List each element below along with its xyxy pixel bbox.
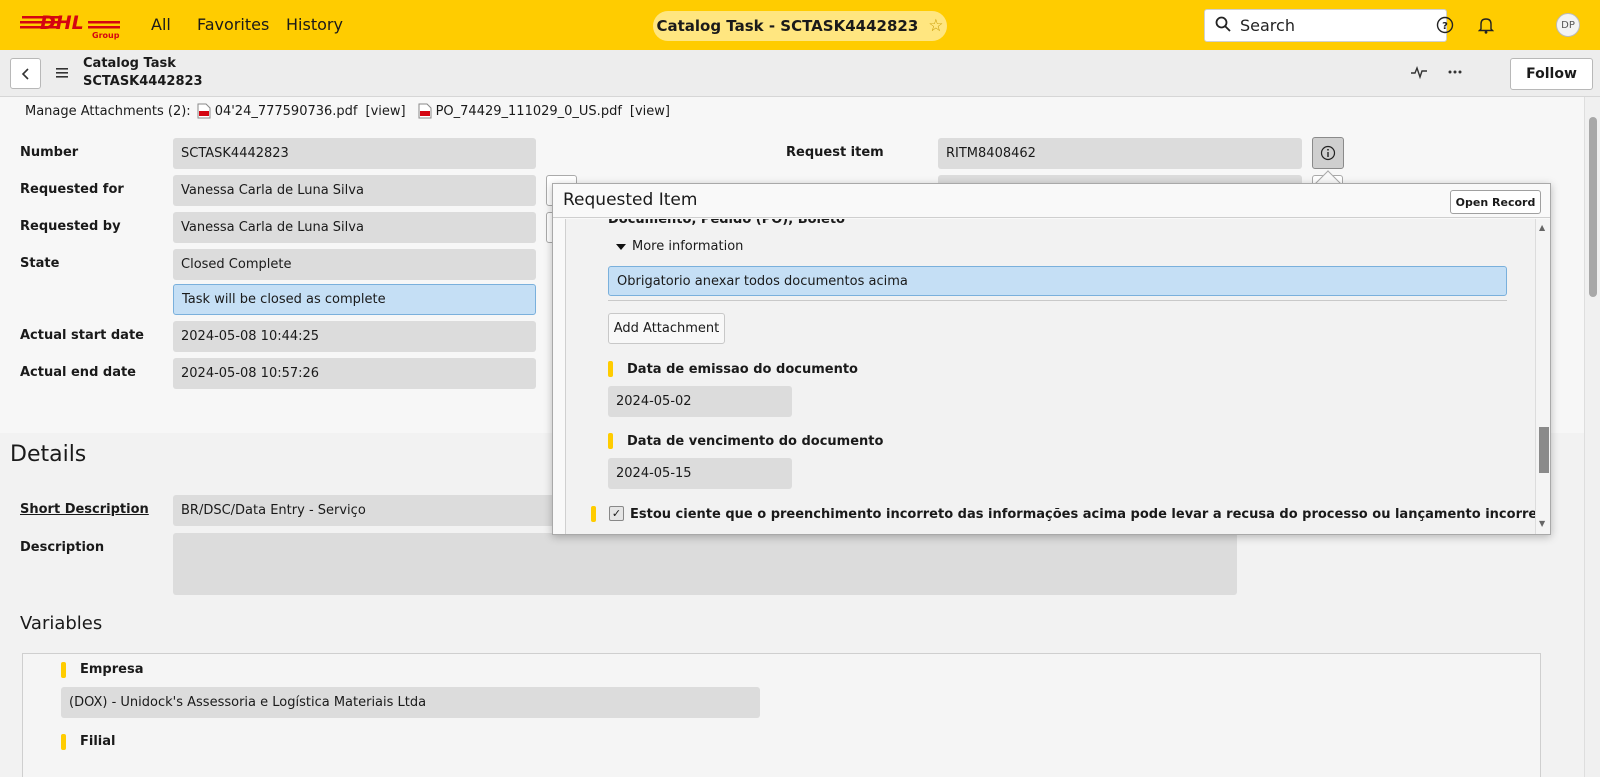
attachments-row: Manage Attachments (2): 04'24_777590736.… [25,103,670,119]
more-options-icon[interactable] [1447,64,1463,84]
divider [608,300,1507,301]
info-message: Obrigatorio anexar todos documentos acim… [608,266,1507,296]
short-description-label[interactable]: Short Description [20,502,149,517]
popover-scrollbar-thumb[interactable] [1539,427,1549,473]
scroll-down-icon[interactable]: ▼ [1539,519,1545,528]
avatar-initials: DP [1561,19,1575,31]
record-title: Catalog Task - SCTASK4442823 [656,17,919,35]
search-icon [1215,16,1231,36]
description-label: Description [20,540,105,555]
requested-item-popover: Requested Item Open Record Documento, Pe… [552,183,1551,535]
svg-text:DHL: DHL [40,12,84,34]
top-navigation-bar: DHL Group All Favorites History Catalog … [0,0,1600,50]
record-heading: Catalog Task SCTASK4442823 [83,55,203,91]
nav-all[interactable]: All [151,15,171,34]
attachment-file-2[interactable]: PO_74429_111029_0_US.pdf [436,104,622,119]
vencimento-field[interactable]: 2024-05-15 [608,458,792,489]
request-item-label: Request item [786,145,884,160]
actual-end-label: Actual end date [20,365,137,380]
nav-favorites[interactable]: Favorites [197,15,269,34]
emissao-label: Data de emissao do documento [627,362,858,377]
form-header: Catalog Task SCTASK4442823 Follow [0,50,1600,97]
popover-scrollbar[interactable]: ▲ ▼ [1535,219,1550,534]
svg-text:Group: Group [92,31,120,40]
state-label: State [20,256,60,271]
dhl-logo[interactable]: DHL Group [20,10,128,40]
popover-header: Requested Item Open Record [553,184,1550,218]
acknowledge-label: Estou ciente que o preenchimento incorre… [630,507,1535,522]
empresa-field[interactable]: (DOX) - Unidock's Assessoria e Logística… [61,687,760,718]
search-input[interactable]: Search [1204,9,1447,42]
requested-by-label: Requested by [20,219,121,234]
documents-heading: Documento, Pedido (PO), Boleto [608,219,845,227]
scroll-up-icon[interactable]: ▲ [1539,223,1545,232]
vencimento-label: Data de vencimento do documento [627,434,884,449]
more-information-toggle[interactable]: More information [616,239,743,254]
mandatory-indicator [591,506,596,522]
pdf-icon [197,103,211,119]
context-menu-icon[interactable] [56,67,68,82]
chevron-left-icon [21,67,29,80]
avatar[interactable]: DP [1556,13,1580,37]
state-hint: Task will be closed as complete [173,284,536,315]
bell-icon[interactable] [1475,14,1497,36]
filial-label: Filial [80,734,116,749]
nav-history[interactable]: History [286,15,343,34]
add-attachment-button[interactable]: Add Attachment [608,313,725,344]
description-field[interactable] [173,533,1237,595]
attachment-view-2[interactable]: [view] [630,104,670,119]
mandatory-indicator [61,734,66,750]
actual-start-label: Actual start date [20,328,144,343]
empresa-label: Empresa [80,662,144,677]
follow-button[interactable]: Follow [1510,58,1593,90]
caret-down-icon [616,243,626,250]
requested-by-field[interactable]: Vanessa Carla de Luna Silva [173,212,536,243]
actual-start-field[interactable]: 2024-05-08 10:44:25 [173,321,536,352]
more-information-label: More information [632,239,744,254]
acknowledge-checkbox[interactable]: ✓ [609,506,624,521]
svg-text:?: ? [1442,21,1448,32]
record-number: SCTASK4442823 [83,74,203,89]
star-icon[interactable]: ☆ [928,16,943,36]
manage-attachments-link[interactable]: Manage Attachments (2): [25,104,191,119]
search-placeholder: Search [1240,16,1295,35]
page-scrollbar-thumb[interactable] [1589,117,1597,297]
help-icon[interactable]: ? [1434,14,1456,36]
number-field[interactable]: SCTASK4442823 [173,138,536,169]
record-type: Catalog Task [83,56,176,71]
page-scrollbar[interactable] [1584,97,1600,777]
popover-title: Requested Item [563,190,698,210]
number-label: Number [20,145,79,160]
record-title-pill[interactable]: Catalog Task - SCTASK4442823 ☆ [653,11,947,41]
popover-content: Documento, Pedido (PO), Boleto More info… [565,219,1535,534]
request-item-info-button[interactable] [1312,137,1344,169]
requested-for-field[interactable]: Vanessa Carla de Luna Silva [173,175,536,206]
mandatory-indicator [61,662,66,678]
state-field[interactable]: Closed Complete [173,249,536,280]
request-item-field[interactable]: RITM8408462 [938,138,1302,169]
pdf-icon [418,103,432,119]
actual-end-field[interactable]: 2024-05-08 10:57:26 [173,358,536,389]
variables-container: Empresa (DOX) - Unidock's Assessoria e L… [22,653,1541,777]
info-icon [1320,145,1336,161]
attachment-view-1[interactable]: [view] [366,104,406,119]
requested-for-label: Requested for [20,182,124,197]
variables-heading: Variables [20,613,103,634]
mandatory-indicator [608,433,613,449]
attachment-file-1[interactable]: 04'24_777590736.pdf [215,104,358,119]
activity-icon[interactable] [1411,64,1427,84]
open-record-button[interactable]: Open Record [1450,190,1541,214]
mandatory-indicator [608,361,613,377]
back-button[interactable] [10,58,41,89]
emissao-field[interactable]: 2024-05-02 [608,386,792,417]
details-heading: Details [10,442,87,467]
